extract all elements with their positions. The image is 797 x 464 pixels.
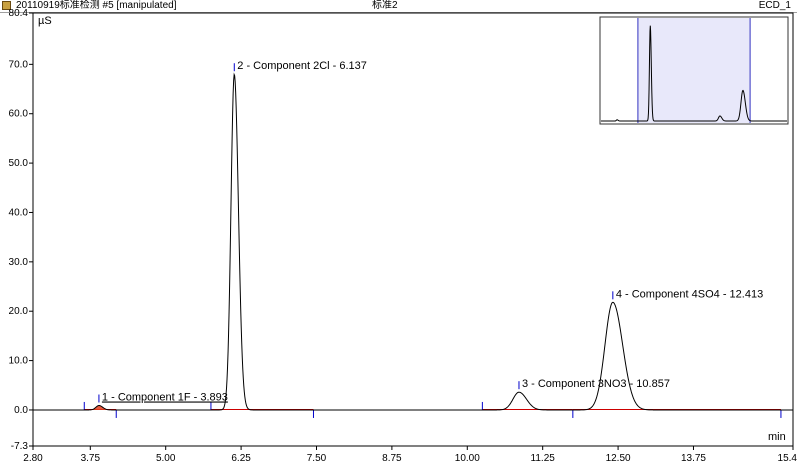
chromatogram-trace	[33, 72, 793, 411]
x-tick-label: 12.50	[606, 453, 631, 464]
y-axis-label: µS	[38, 15, 52, 27]
peak-label: 2 - Component 2Cl - 6.137	[237, 60, 367, 72]
y-tick-label: 80.4	[9, 8, 29, 19]
baseline-group	[84, 405, 781, 410]
y-tick-label: 70.0	[9, 59, 29, 70]
overview-zoom-window[interactable]	[637, 18, 751, 123]
x-tick-label: 10.00	[455, 453, 480, 464]
y-tick-label: 40.0	[9, 207, 29, 218]
chromatogram-chart: µS min 80.470.060.050.040.030.020.010.00…	[9, 8, 797, 464]
x-tick-label: 3.75	[81, 453, 101, 464]
x-tick-label: 8.75	[382, 453, 402, 464]
x-tick-label: 6.25	[231, 453, 251, 464]
peak-label: 1 - Component 1F - 3.893	[102, 392, 228, 404]
y-tick-label: 60.0	[9, 109, 29, 120]
x-axis-label: min	[768, 431, 786, 443]
y-tick-group: 80.4 70.0 60.0 50.0 40.0 30.0 20.0 10.0 0.0 -7.3	[9, 8, 33, 452]
y-tick-label: 50.0	[9, 158, 29, 169]
y-tick-label: -7.3	[11, 441, 29, 452]
x-tick-label: 7.50	[307, 453, 327, 464]
x-tick-group: 2.80 3.75 5.00 6.25 7.50 8.75 10.00 11.25 12.50 1…	[23, 446, 797, 464]
x-tick-label: 11.25	[531, 453, 556, 464]
peak-label: 4 - Component 4SO4 - 12.413	[616, 288, 763, 300]
x-tick-label: 15.4	[778, 453, 797, 464]
y-tick-label: 10.0	[9, 356, 29, 367]
y-tick-label: 0.0	[14, 405, 28, 416]
y-tick-label: 30.0	[9, 257, 29, 268]
x-tick-label: 5.00	[156, 453, 176, 464]
y-tick-label: 20.0	[9, 306, 29, 317]
peak-label: 3 - Component 3NO3 - 10.857	[522, 378, 670, 390]
x-tick-label: 2.80	[23, 453, 43, 464]
overview-inset[interactable]	[599, 16, 789, 125]
x-tick-label: 13.75	[681, 453, 706, 464]
